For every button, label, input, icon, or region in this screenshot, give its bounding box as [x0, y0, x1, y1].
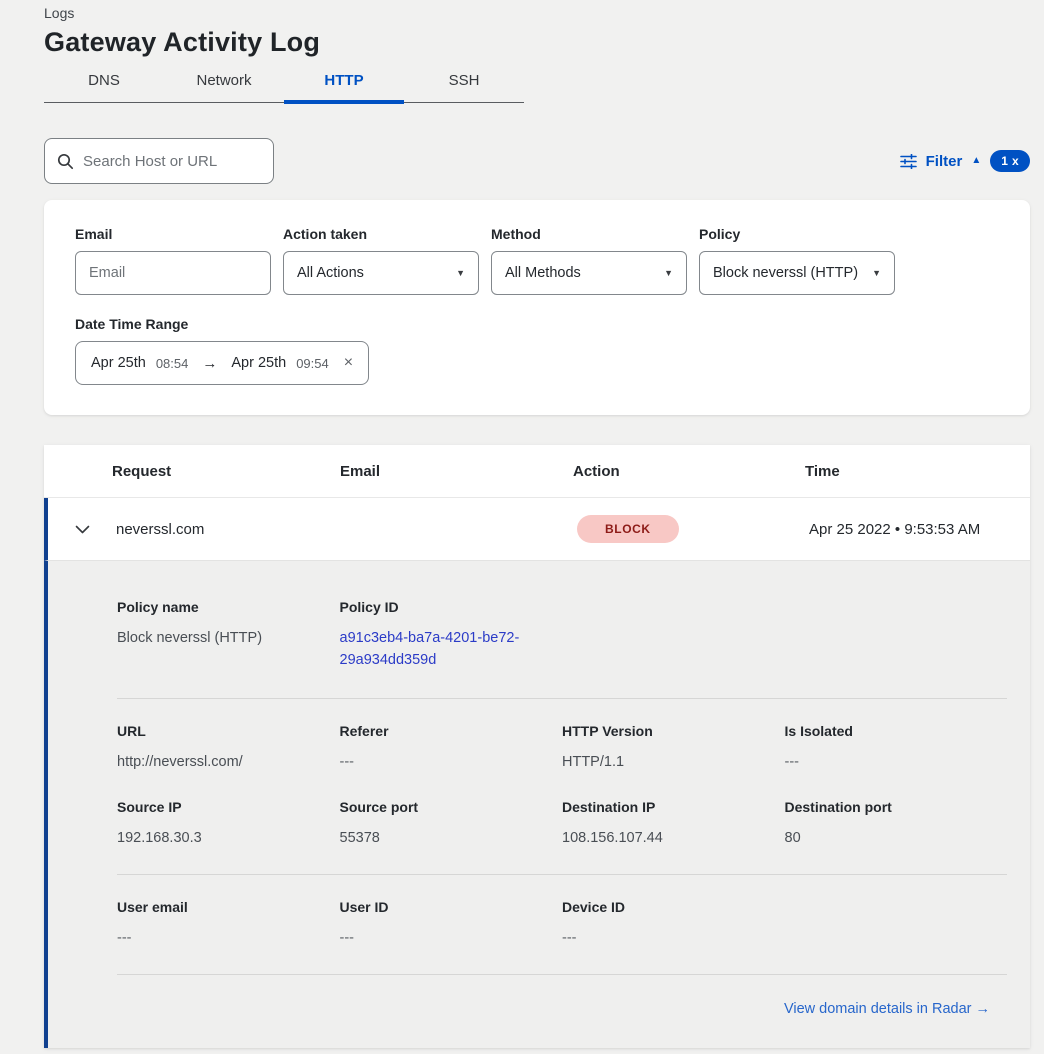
filter-sliders-icon	[900, 154, 917, 169]
table-header: Request Email Action Time	[44, 445, 1030, 498]
policy-value: Block neverssl (HTTP)	[713, 265, 858, 281]
detail-user-email: User email ---	[117, 899, 340, 950]
range-start-time[interactable]: 08:54	[156, 356, 189, 371]
detail-url: URL http://neverssl.com/	[117, 723, 340, 774]
detail-destination-ip: Destination IP 108.156.107.44	[562, 799, 785, 850]
http-section: URL http://neverssl.com/ Referer --- HTT…	[117, 699, 1007, 875]
detail-policy-id: Policy ID a91c3eb4-ba7a-4201-be72-29a934…	[340, 599, 563, 672]
detail-http-version: HTTP Version HTTP/1.1	[562, 723, 785, 774]
radar-link-row: View domain details in Radar →	[117, 975, 1007, 1048]
row-time: Apr 25 2022 • 9:53:53 AM	[809, 521, 1030, 538]
block-status-badge: BLOCK	[577, 515, 679, 543]
page-title: Gateway Activity Log	[44, 27, 1030, 58]
page-content: Logs Gateway Activity Log DNS Network HT…	[44, 0, 1030, 1048]
date-range-picker[interactable]: Apr 25th 08:54 → Apr 25th 09:54 ×	[75, 341, 369, 385]
toolbar: Filter ▲ 1 x	[44, 138, 1030, 184]
action-taken-value: All Actions	[297, 265, 364, 281]
method-label: Method	[491, 226, 687, 242]
filter-label: Filter	[926, 153, 963, 170]
row-action: BLOCK	[577, 515, 809, 543]
range-end-time[interactable]: 09:54	[296, 356, 329, 371]
policy-name-label: Policy name	[117, 599, 340, 615]
column-header-action: Action	[573, 463, 805, 480]
search-box[interactable]	[44, 138, 274, 184]
filter-toggle[interactable]: Filter ▲ 1 x	[900, 150, 1030, 172]
filter-panel: Email Action taken All Actions ▼ Method …	[44, 200, 1030, 415]
detail-source-port: Source port 55378	[340, 799, 563, 850]
tab-dns[interactable]: DNS	[44, 72, 164, 102]
method-select[interactable]: All Methods ▼	[491, 251, 687, 295]
filter-field-method: Method All Methods ▼	[491, 226, 687, 295]
detail-source-ip: Source IP 192.168.30.3	[117, 799, 340, 850]
clear-range-icon[interactable]: ×	[344, 354, 353, 372]
breadcrumb[interactable]: Logs	[44, 0, 1030, 21]
policy-label: Policy	[699, 226, 895, 242]
method-value: All Methods	[505, 265, 581, 281]
date-range-label: Date Time Range	[75, 316, 1000, 332]
policy-name-value: Block neverssl (HTTP)	[117, 628, 340, 650]
search-input[interactable]	[83, 153, 282, 170]
filter-field-email: Email	[75, 226, 271, 295]
policy-id-label: Policy ID	[340, 599, 563, 615]
column-header-request: Request	[112, 463, 340, 480]
detail-user-id: User ID ---	[340, 899, 563, 950]
email-field[interactable]	[75, 251, 271, 295]
policy-section: Policy name Block neverssl (HTTP) Policy…	[117, 561, 1007, 698]
view-in-radar-link[interactable]: View domain details in Radar →	[784, 1001, 990, 1017]
user-section: User email --- User ID --- Device ID ---	[117, 875, 1007, 974]
row-details: Policy name Block neverssl (HTTP) Policy…	[44, 561, 1030, 1048]
chevron-down-icon: ▼	[664, 268, 673, 278]
range-start-date[interactable]: Apr 25th	[91, 355, 146, 371]
column-header-time: Time	[805, 463, 1030, 480]
email-label: Email	[75, 226, 271, 242]
detail-policy-name: Policy name Block neverssl (HTTP)	[117, 599, 340, 672]
action-taken-label: Action taken	[283, 226, 479, 242]
row-expand-toggle[interactable]	[48, 525, 116, 534]
range-arrow-icon: →	[198, 355, 221, 372]
policy-id-link[interactable]: a91c3eb4-ba7a-4201-be72-29a934dd359d	[340, 628, 532, 672]
detail-destination-port: Destination port 80	[785, 799, 1008, 850]
search-icon	[57, 153, 74, 170]
filter-count-badge[interactable]: 1 x	[990, 150, 1030, 172]
filter-field-policy: Policy Block neverssl (HTTP) ▼	[699, 226, 895, 295]
detail-referer: Referer ---	[340, 723, 563, 774]
table-row[interactable]: neverssl.com BLOCK Apr 25 2022 • 9:53:53…	[44, 498, 1030, 561]
tab-http[interactable]: HTTP	[284, 72, 404, 102]
policy-select[interactable]: Block neverssl (HTTP) ▼	[699, 251, 895, 295]
collapse-arrow-icon[interactable]: ▲	[971, 156, 981, 166]
column-header-email: Email	[340, 463, 573, 480]
detail-is-isolated: Is Isolated ---	[785, 723, 1008, 774]
detail-device-id: Device ID ---	[562, 899, 785, 950]
tab-bar: DNS Network HTTP SSH	[44, 72, 524, 103]
filter-field-action-taken: Action taken All Actions ▼	[283, 226, 479, 295]
tab-ssh[interactable]: SSH	[404, 72, 524, 102]
chevron-down-icon	[75, 525, 90, 534]
action-taken-select[interactable]: All Actions ▼	[283, 251, 479, 295]
chevron-down-icon: ▼	[872, 268, 881, 278]
row-request: neverssl.com	[116, 521, 344, 538]
range-end-date[interactable]: Apr 25th	[231, 355, 286, 371]
chevron-down-icon: ▼	[456, 268, 465, 278]
log-table: Request Email Action Time neverssl.com B…	[44, 445, 1030, 1048]
tab-network[interactable]: Network	[164, 72, 284, 102]
